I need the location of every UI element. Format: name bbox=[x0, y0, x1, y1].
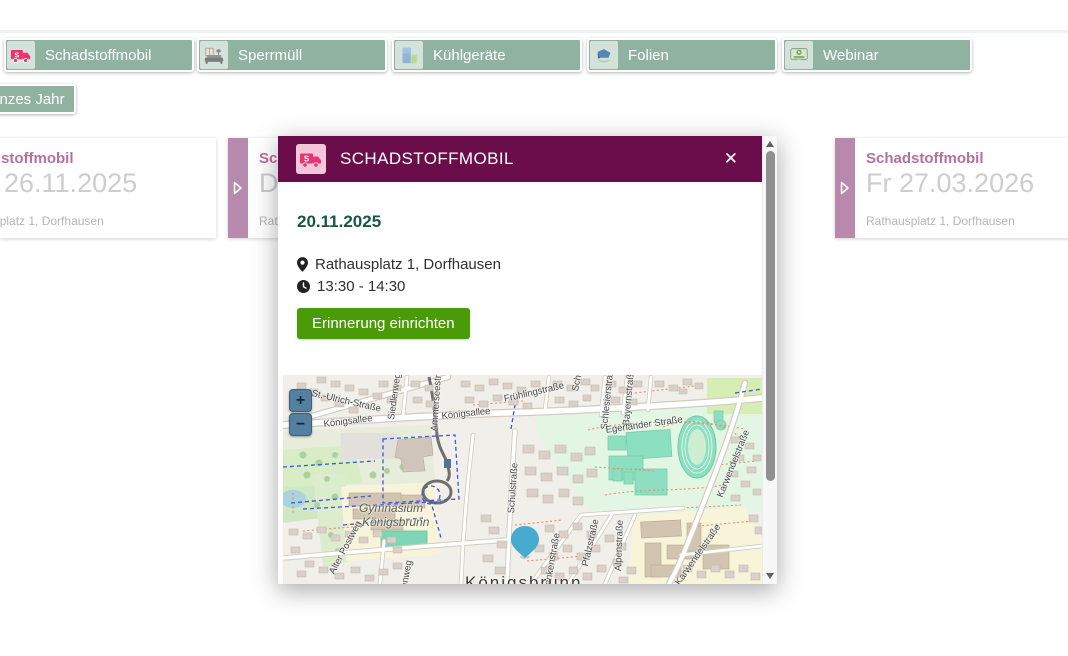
event-card-date: Fr 27.03.2026 bbox=[866, 168, 1034, 199]
sofa-icon bbox=[200, 41, 228, 69]
filter-button-folien[interactable]: Folien bbox=[587, 38, 777, 72]
event-detail-modal: S SCHADSTOFFMOBIL ✕ 20.11.2025 Rathauspl… bbox=[278, 136, 777, 584]
event-card-1[interactable]: Schadstoffmobil 26.11.2025 Rathausplatz … bbox=[0, 138, 216, 238]
modal-time-row: 13:30 - 14:30 bbox=[297, 278, 405, 295]
play-arrow-icon bbox=[233, 181, 243, 195]
filter-button-kuehlgeraete[interactable]: Kühlgeräte bbox=[392, 38, 582, 72]
reminder-button[interactable]: Erinnerung einrichten bbox=[297, 308, 470, 339]
modal-event-date: 20.11.2025 bbox=[297, 212, 381, 232]
filter-label: Folien bbox=[628, 47, 669, 64]
map-zoom-out-button[interactable]: − bbox=[289, 413, 312, 436]
clock-icon bbox=[297, 280, 310, 293]
event-card-address: Rathausplatz 1, Dorfhausen bbox=[0, 214, 104, 228]
hazmat-truck-icon: S bbox=[296, 144, 326, 174]
foil-icon bbox=[590, 41, 618, 69]
modal-address: Rathausplatz 1, Dorfhausen bbox=[315, 256, 501, 273]
event-card-3[interactable]: Schadstoffmobil Fr 27.03.2026 Rathauspla… bbox=[835, 138, 1068, 238]
card-accent-strip[interactable] bbox=[835, 138, 855, 238]
modal-header: S SCHADSTOFFMOBIL ✕ bbox=[278, 136, 762, 182]
webinar-icon bbox=[785, 41, 813, 69]
poi-label-gymnasium: Königsbrunn bbox=[362, 515, 429, 529]
event-card-date: 26.11.2025 bbox=[4, 168, 137, 199]
svg-text:S: S bbox=[304, 154, 310, 163]
filter-button-webinar[interactable]: Webinar bbox=[782, 38, 972, 72]
map-zoom-in-button[interactable]: + bbox=[289, 389, 312, 412]
filter-label: Webinar bbox=[823, 47, 879, 64]
filter-button-sperrmuell[interactable]: Sperrmüll bbox=[197, 38, 387, 72]
page-top-divider bbox=[0, 30, 1068, 33]
whole-year-button[interactable]: Ganzes Jahr bbox=[0, 84, 76, 114]
modal-title: SCHADSTOFFMOBIL bbox=[340, 149, 514, 169]
hazmat-truck-icon: S bbox=[7, 41, 35, 69]
poi-label-gymnasium: Gymnasium bbox=[359, 501, 423, 515]
scroll-up-arrow-icon[interactable] bbox=[766, 141, 774, 147]
scrollbar-thumb[interactable] bbox=[766, 151, 775, 481]
svg-text:S: S bbox=[14, 50, 19, 59]
modal-time: 13:30 - 14:30 bbox=[317, 278, 405, 295]
event-card-title: Schadstoffmobil bbox=[0, 150, 74, 167]
location-pin-icon bbox=[297, 257, 308, 272]
modal-scrollbar[interactable] bbox=[762, 136, 777, 584]
street-label: Alpenstraße bbox=[613, 520, 626, 572]
city-label: Königsbrunn bbox=[465, 573, 582, 584]
play-arrow-icon bbox=[840, 181, 850, 195]
close-icon[interactable]: ✕ bbox=[724, 149, 738, 169]
map-canvas[interactable]: St.-Ulrich-Straße Siedlerweg Ammerseestr… bbox=[283, 375, 762, 584]
filter-label: Kühlgeräte bbox=[433, 47, 506, 64]
filter-label: Sperrmüll bbox=[238, 47, 302, 64]
filter-label: Schadstoffmobil bbox=[45, 47, 151, 64]
event-card-address: Rathausplatz 1, Dorfhausen bbox=[866, 214, 1015, 228]
fridge-icon bbox=[395, 41, 423, 69]
scroll-down-arrow-icon[interactable] bbox=[766, 573, 774, 579]
modal-location-row: Rathausplatz 1, Dorfhausen bbox=[297, 256, 501, 273]
whole-year-label: Ganzes Jahr bbox=[0, 91, 65, 108]
filter-button-schadstoffmobil[interactable]: S Schadstoffmobil bbox=[4, 38, 194, 72]
event-card-title: Schadstoffmobil bbox=[866, 150, 984, 167]
card-accent-strip[interactable] bbox=[228, 138, 248, 238]
